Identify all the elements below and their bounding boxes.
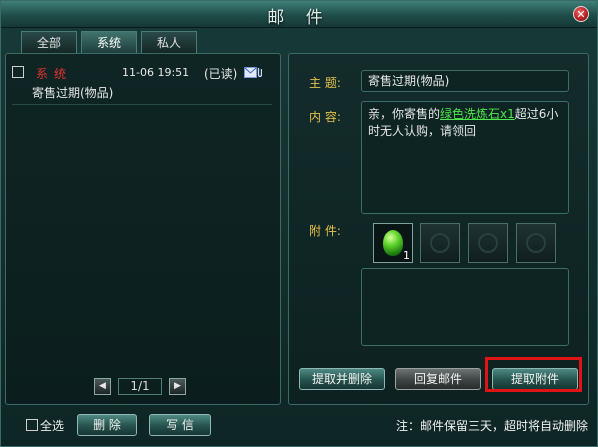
mail-detail-panel: 主 题: 寄售过期(物品) 内 容: 亲，你寄售的绿色洗炼石x1超过6小时无人认… (288, 53, 589, 405)
content-field: 亲，你寄售的绿色洗炼石x1超过6小时无人认购，请领回 (361, 101, 569, 214)
attachment-label: 附 件: (309, 224, 341, 238)
delete-button[interactable]: 删 除 (77, 414, 137, 436)
content-label: 内 容: (309, 110, 341, 124)
attachment-slot-2[interactable] (420, 223, 460, 263)
empty-slot-icon (526, 233, 546, 253)
arrow-right-icon[interactable]: ▶ (169, 378, 186, 395)
subject-label: 主 题: (309, 76, 341, 90)
take-and-delete-button[interactable]: 提取并删除 (299, 368, 385, 390)
content-prefix: 亲，你寄售的 (368, 107, 441, 121)
attachment-info-box (361, 268, 569, 346)
tab-system[interactable]: 系统 (81, 31, 137, 54)
subject-value: 寄售过期(物品) (368, 74, 450, 88)
subject-field: 寄售过期(物品) (361, 70, 569, 92)
window-title: 邮 件 (267, 8, 331, 28)
tab-all[interactable]: 全部 (21, 31, 77, 53)
title-bar[interactable]: 邮 件 ✕ (1, 1, 597, 28)
highlight-annotation (485, 357, 582, 392)
envelope-icon (244, 67, 262, 78)
empty-slot-icon (478, 233, 498, 253)
reply-mail-button[interactable]: 回复邮件 (395, 368, 481, 390)
tab-private[interactable]: 私人 (141, 31, 197, 53)
green-gem-icon (383, 230, 403, 256)
paperclip-icon (257, 68, 262, 78)
select-all-label: 全选 (40, 419, 65, 433)
attachment-slot-3[interactable] (468, 223, 508, 263)
page-indicator: 1/1 (118, 378, 162, 395)
attachment-count: 1 (403, 249, 410, 262)
retention-note: 注：邮件保留三天，超时将自动删除 (396, 419, 589, 433)
close-icon[interactable]: ✕ (573, 6, 589, 22)
mail-read-status: (已读) (204, 67, 238, 81)
select-all-checkbox[interactable] (26, 419, 38, 431)
content-item-link[interactable]: 绿色洗炼石x1 (440, 107, 515, 121)
mail-list-panel: 系统 11-06 19:51 (已读) 寄售过期(物品) (5, 53, 281, 405)
content-text: 亲，你寄售的绿色洗炼石x1超过6小时无人认购，请领回 (368, 106, 564, 140)
mail-item-checkbox[interactable] (12, 66, 24, 78)
mail-date: 11-06 19:51 (122, 66, 190, 79)
mail-list-item[interactable]: 系统 11-06 19:51 (已读) 寄售过期(物品) (12, 62, 272, 105)
footer-bar: 全选 删 除 写 信 注：邮件保留三天，超时将自动删除 (1, 409, 597, 446)
mail-window: 邮 件 ✕ 全部 系统 私人 系统 11-06 19:51 (已读) 寄售过期(… (0, 0, 598, 447)
mail-subject: 寄售过期(物品) (32, 86, 114, 100)
write-mail-button[interactable]: 写 信 (149, 414, 211, 436)
mail-sender: 系统 (36, 67, 73, 81)
attachment-slot-1[interactable]: 1 (373, 223, 413, 263)
attachment-slot-4[interactable] (516, 223, 556, 263)
arrow-left-icon[interactable]: ◀ (94, 378, 111, 395)
empty-slot-icon (430, 233, 450, 253)
